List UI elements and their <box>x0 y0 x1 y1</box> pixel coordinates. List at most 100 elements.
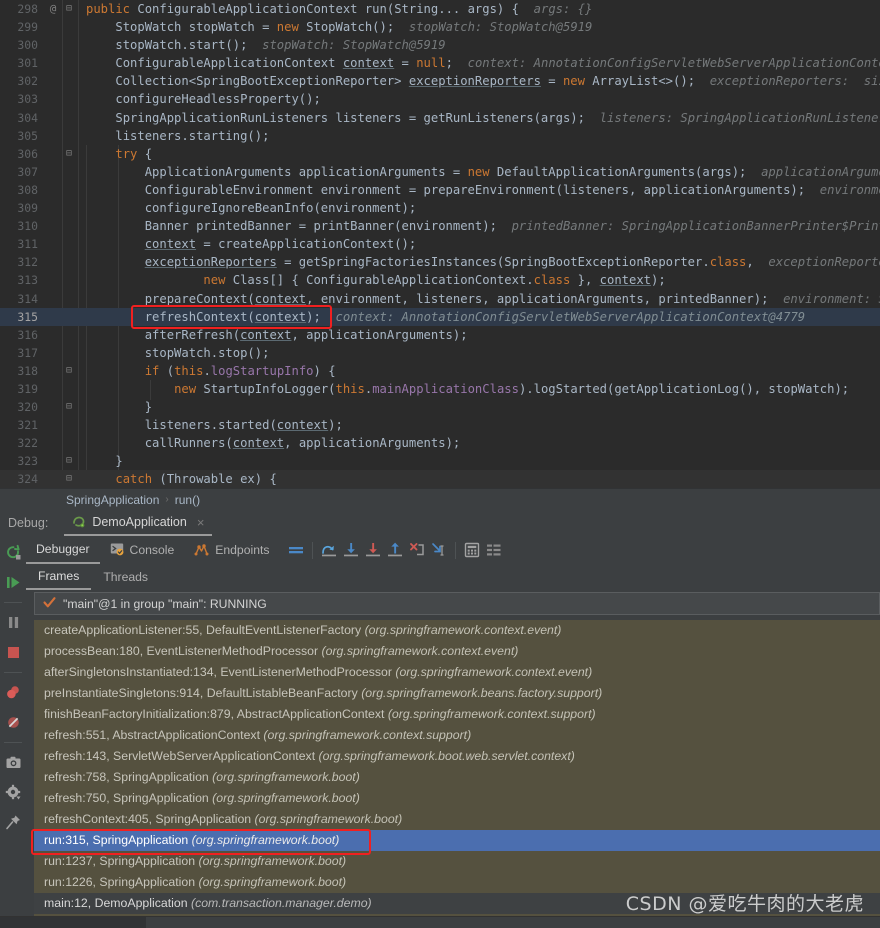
code-line-315[interactable]: 315 refreshContext(context); context: An… <box>0 307 880 326</box>
drop-frame-icon[interactable] <box>406 539 428 561</box>
code-text: listeners.starting(); <box>115 128 270 143</box>
annotation-marker-icon[interactable]: @ <box>44 0 62 18</box>
code-line-310[interactable]: 310 Banner printedBanner = printBanner(e… <box>0 217 880 235</box>
frames-list[interactable]: createApplicationListener:55, DefaultEve… <box>34 620 880 928</box>
frame-item[interactable]: main:12, DemoApplication (com.transactio… <box>34 893 880 914</box>
subtab-frames[interactable]: Frames <box>26 564 92 590</box>
frame-item[interactable]: run:1226, SpringApplication (org.springf… <box>34 872 880 893</box>
subtab-threads-label: Threads <box>103 570 149 584</box>
frame-package: (com.transaction.manager.demo) <box>190 896 372 910</box>
code-text: configureHeadlessProperty(); <box>115 92 321 107</box>
frame-package: (org.springframework.boot) <box>212 791 360 805</box>
tab-debugger[interactable]: Debugger <box>26 536 100 564</box>
frame-method: refresh:143, ServletWebServerApplication… <box>44 749 319 763</box>
code-line-307[interactable]: 307 ApplicationArguments applicationArgu… <box>0 163 880 181</box>
code-line-313[interactable]: 313 new Class[] { ConfigurableApplicatio… <box>0 271 880 289</box>
fold-marker-icon[interactable]: ⊟ <box>62 145 76 163</box>
code-line-324[interactable]: 324 ⊟ catch (Throwable ex) { <box>0 470 880 488</box>
frame-item[interactable]: createApplicationListener:55, DefaultEve… <box>34 620 880 641</box>
rerun-icon[interactable] <box>3 542 23 562</box>
step-over-icon[interactable] <box>318 539 340 561</box>
step-into-icon[interactable] <box>340 539 362 561</box>
resume-icon[interactable] <box>3 572 23 592</box>
line-number: 321 <box>17 418 38 433</box>
fold-marker-icon[interactable]: ⊟ <box>62 362 76 380</box>
tab-console[interactable]: Console <box>100 536 185 564</box>
line-number: 322 <box>17 436 38 451</box>
frame-method: afterSingletonsInstantiated:134, EventLi… <box>44 665 396 679</box>
code-line-322[interactable]: 322 callRunners(context, applicationArgu… <box>0 434 880 452</box>
stop-icon[interactable] <box>3 642 23 662</box>
line-number: 300 <box>17 38 38 53</box>
code-line-303[interactable]: 303 configureHeadlessProperty(); <box>0 90 880 108</box>
code-line-305[interactable]: 305 listeners.starting(); <box>0 127 880 145</box>
frame-item[interactable]: finishBeanFactoryInitialization:879, Abs… <box>34 704 880 725</box>
code-line-304[interactable]: 304 SpringApplicationRunListeners listen… <box>0 109 880 127</box>
line-number: 316 <box>17 327 38 342</box>
fold-marker-icon[interactable]: ⊟ <box>62 398 76 416</box>
frame-item[interactable]: run:315, SpringApplication (org.springfr… <box>34 830 880 851</box>
subtab-threads[interactable]: Threads <box>91 564 160 590</box>
show-execution-point-icon[interactable] <box>285 539 307 561</box>
code-line-317[interactable]: 317 stopWatch.stop(); <box>0 344 880 362</box>
mute-breakpoints-icon[interactable] <box>3 712 23 732</box>
gear-icon[interactable] <box>3 782 23 802</box>
frame-item[interactable]: preInstantiateSingletons:914, DefaultLis… <box>34 683 880 704</box>
frame-item[interactable]: afterSingletonsInstantiated:134, EventLi… <box>34 662 880 683</box>
breadcrumb-class[interactable]: SpringApplication <box>66 493 159 507</box>
pin-icon[interactable] <box>3 812 23 832</box>
code-line-301[interactable]: 301 ConfigurableApplicationContext conte… <box>0 54 880 72</box>
pause-icon[interactable] <box>3 612 23 632</box>
debug-header: Debug: DemoApplication × <box>0 510 880 536</box>
fold-marker-icon[interactable]: ⊟ <box>62 0 76 18</box>
step-out-icon[interactable] <box>384 539 406 561</box>
frame-item[interactable]: processBean:180, EventListenerMethodProc… <box>34 641 880 662</box>
code-line-320[interactable]: 320 ⊟ } <box>0 398 880 416</box>
calculator-icon[interactable] <box>461 539 483 561</box>
code-line-321[interactable]: 321 listeners.started(context); <box>0 416 880 434</box>
fold-marker-icon[interactable]: ⊟ <box>62 470 76 488</box>
code-line-314[interactable]: 314 prepareContext(context, environment,… <box>0 290 880 308</box>
code-line-309[interactable]: 309 configureIgnoreBeanInfo(environment)… <box>0 199 880 217</box>
frame-item[interactable]: refresh:750, SpringApplication (org.spri… <box>34 788 880 809</box>
layout-icon[interactable] <box>483 539 505 561</box>
code-editor[interactable]: 298 @ ⊟ public ConfigurableApplicationConte… <box>0 0 880 488</box>
force-step-into-icon[interactable] <box>362 539 384 561</box>
line-number: 308 <box>17 182 38 197</box>
code-line-299[interactable]: 299 StopWatch stopWatch = new StopWatch(… <box>0 18 880 36</box>
frame-package: (org.springframework.boot.web.servlet.co… <box>318 749 575 763</box>
tab-endpoints[interactable]: Endpoints <box>184 536 279 564</box>
code-line-300[interactable]: 300 stopWatch.start(); stopWatch: StopWa… <box>0 36 880 54</box>
debug-session-tab[interactable]: DemoApplication × <box>64 510 213 536</box>
code-text: stopWatch.start(); stopWatch: StopWatch@… <box>115 38 446 53</box>
breadcrumb-method[interactable]: run() <box>175 493 200 507</box>
line-number: 299 <box>17 20 38 35</box>
code-line-306[interactable]: 306 ⊟ try { <box>0 145 880 163</box>
code-line-318[interactable]: 318 ⊟ if (this.logStartupInfo) { <box>0 362 880 380</box>
code-line-316[interactable]: 316 afterRefresh(context, applicationArg… <box>0 326 880 344</box>
code-line-308[interactable]: 308 ConfigurableEnvironment environment … <box>0 181 880 199</box>
run-to-cursor-icon[interactable] <box>428 539 450 561</box>
code-line-312[interactable]: 312 exceptionReporters = getSpringFactor… <box>0 253 880 271</box>
thread-selector[interactable]: "main"@1 in group "main": RUNNING <box>34 592 880 615</box>
breakpoints-icon[interactable] <box>3 682 23 702</box>
code-line-311[interactable]: 311 context = createApplicationContext()… <box>0 235 880 253</box>
code-line-319[interactable]: 319 new StartupInfoLogger(this.mainAppli… <box>0 380 880 398</box>
frame-item[interactable]: refresh:758, SpringApplication (org.spri… <box>34 767 880 788</box>
camera-icon[interactable] <box>3 752 23 772</box>
debug-tabs-row[interactable]: Debugger Console Endpoints <box>26 536 880 565</box>
frame-item[interactable]: refresh:551, AbstractApplicationContext … <box>34 725 880 746</box>
breadcrumb[interactable]: SpringApplication › run() <box>0 488 880 510</box>
line-number: 298 <box>17 2 38 16</box>
debug-side-toolbar[interactable] <box>0 536 26 928</box>
close-icon[interactable]: × <box>197 515 205 530</box>
fold-marker-icon[interactable]: ⊟ <box>62 452 76 470</box>
frame-item[interactable]: run:1237, SpringApplication (org.springf… <box>34 851 880 872</box>
code-line-323[interactable]: 323 ⊟ } <box>0 452 880 470</box>
frame-item[interactable]: refresh:143, ServletWebServerApplication… <box>34 746 880 767</box>
code-line-298[interactable]: 298 @ ⊟ public ConfigurableApplicationConte… <box>0 0 880 18</box>
code-lines[interactable]: 298 @ ⊟ public ConfigurableApplicationConte… <box>0 0 880 488</box>
frame-item[interactable]: refreshContext:405, SpringApplication (o… <box>34 809 880 830</box>
code-line-302[interactable]: 302 Collection<SpringBootExceptionReport… <box>0 72 880 90</box>
frames-threads-subtabs[interactable]: Frames Threads <box>26 564 880 590</box>
